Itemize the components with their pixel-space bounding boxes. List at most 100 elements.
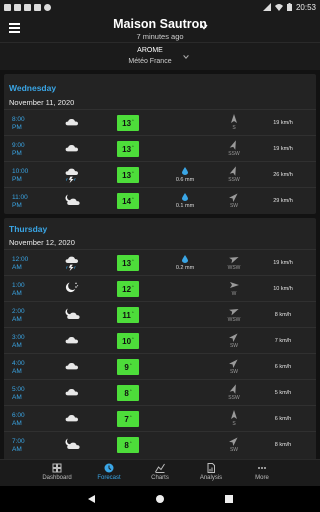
wind-speed: 8 km/h bbox=[274, 442, 292, 448]
temperature-unit: ° bbox=[129, 414, 132, 420]
status-system: 20:53 bbox=[262, 2, 316, 12]
forecast-time: 8:00 PM bbox=[12, 116, 25, 132]
wind-direction-icon bbox=[229, 166, 236, 176]
forecast-list[interactable]: Wednesday November 11, 2020 8:00 PM 13 ° S 19… bbox=[0, 70, 320, 459]
day-name: Wednesday bbox=[9, 83, 57, 93]
signal-icon bbox=[262, 3, 271, 11]
wind-direction-icon bbox=[229, 384, 236, 394]
back-icon[interactable] bbox=[87, 494, 97, 504]
nav-forecast[interactable]: Forecast bbox=[84, 463, 134, 481]
moon-cloud-icon bbox=[65, 438, 80, 449]
temperature-badge: 9 ° bbox=[117, 359, 139, 375]
nav-label: Forecast bbox=[97, 475, 121, 481]
temperature-unit: ° bbox=[132, 170, 134, 176]
status-time: 20:53 bbox=[295, 2, 316, 12]
location-title[interactable]: Maison Sautron bbox=[0, 17, 320, 31]
time-value: 6:00 bbox=[12, 412, 25, 419]
time-value: 8:00 bbox=[12, 116, 25, 123]
chevron-down-icon[interactable] bbox=[199, 22, 209, 32]
time-period: AM bbox=[12, 264, 22, 271]
forecast-icon bbox=[104, 463, 114, 473]
time-period: AM bbox=[12, 316, 22, 323]
wind-direction: SW bbox=[229, 369, 239, 375]
wind-direction-icon bbox=[231, 410, 237, 419]
nav-dashboard[interactable]: Dashboard bbox=[32, 463, 82, 481]
temperature-unit: ° bbox=[132, 258, 134, 264]
wind-direction-icon bbox=[231, 114, 237, 123]
home-icon[interactable] bbox=[155, 494, 165, 504]
forecast-row[interactable]: 5:00 AM 8 ° SSW 5 km/h bbox=[4, 379, 316, 405]
precipitation-amount: 0.1 mm bbox=[175, 203, 195, 209]
dashboard-icon bbox=[52, 463, 62, 473]
forecast-time: 7:00 AM bbox=[12, 438, 25, 454]
temperature-badge: 13 ° bbox=[117, 255, 139, 271]
forecast-row[interactable]: 7:00 AM 8 ° SW 8 km/h bbox=[4, 431, 316, 457]
day-name: Thursday bbox=[9, 224, 48, 234]
temperature-value: 12 bbox=[122, 284, 132, 294]
nav-charts[interactable]: Charts bbox=[135, 463, 185, 481]
wind-speed: 6 km/h bbox=[274, 416, 292, 422]
temperature-unit: ° bbox=[132, 336, 134, 342]
nav-label: Dashboard bbox=[42, 475, 72, 481]
temperature-badge: 14 ° bbox=[117, 193, 139, 209]
temperature-value: 13 bbox=[122, 118, 132, 128]
day-date: November 12, 2020 bbox=[9, 238, 75, 247]
status-notifications bbox=[4, 3, 51, 11]
time-value: 12:00 bbox=[12, 256, 29, 263]
notification-icon bbox=[4, 3, 11, 11]
nav-more[interactable]: More bbox=[237, 463, 287, 481]
circle-icon bbox=[44, 3, 51, 11]
wind-direction: SW bbox=[229, 447, 239, 453]
forecast-row[interactable]: 2:00 AM 11 ° WSW 8 km/h bbox=[4, 301, 316, 327]
forecast-time: 4:00 AM bbox=[12, 360, 25, 376]
wind-direction: WSW bbox=[227, 265, 241, 271]
raindrop-icon bbox=[182, 167, 188, 175]
nav-analysis[interactable]: Analysis bbox=[186, 463, 236, 481]
wind-speed: 19 km/h bbox=[273, 120, 293, 126]
forecast-row[interactable]: 1:00 AM 12 ° W 10 km/h bbox=[4, 275, 316, 301]
forecast-row[interactable]: 6:00 AM 7 ° S 6 km/h bbox=[4, 405, 316, 431]
chevron-down-icon[interactable] bbox=[182, 53, 190, 61]
wind-speed: 19 km/h bbox=[273, 260, 293, 266]
cloud-icon bbox=[65, 389, 78, 396]
forecast-row[interactable]: 11:00 PM 14 ° 0.1 mm SW 29 km/h bbox=[4, 187, 316, 213]
model-name: AROME bbox=[137, 47, 163, 54]
cloud-icon bbox=[65, 119, 78, 126]
forecast-time: 10:00 PM bbox=[12, 168, 28, 184]
forecast-row[interactable]: 8:00 PM 13 ° S 19 km/h bbox=[4, 109, 316, 135]
time-value: 4:00 bbox=[12, 360, 25, 367]
wind-speed: 6 km/h bbox=[274, 364, 292, 370]
wind-speed: 5 km/h bbox=[274, 390, 292, 396]
recents-icon[interactable] bbox=[224, 494, 234, 504]
forecast-row[interactable]: 12:00 AM 13 ° 0.2 mm WSW 19 km/h bbox=[4, 249, 316, 275]
temperature-unit: ° bbox=[132, 284, 134, 290]
forecast-row[interactable]: 9:00 PM 13 ° SSW 19 km/h bbox=[4, 135, 316, 161]
wind-direction: S bbox=[232, 125, 236, 131]
time-period: AM bbox=[12, 420, 22, 427]
play-icon bbox=[34, 3, 41, 11]
temperature-value: 7 bbox=[124, 414, 129, 424]
temperature-unit: ° bbox=[129, 388, 132, 394]
wind-direction-icon bbox=[229, 257, 239, 264]
status-bar: 20:53 bbox=[0, 0, 320, 14]
wifi-icon bbox=[274, 4, 283, 11]
system-navigation-bar bbox=[0, 486, 320, 512]
time-value: 1:00 bbox=[12, 282, 25, 289]
cloud-icon bbox=[65, 363, 78, 370]
forecast-row[interactable]: 3:00 AM 10 ° SW 7 km/h bbox=[4, 327, 316, 353]
nav-label: Charts bbox=[151, 475, 169, 481]
charts-icon bbox=[155, 463, 165, 473]
model-selector[interactable]: AROME Météo France bbox=[0, 42, 320, 70]
wind-direction: S bbox=[232, 421, 236, 427]
precipitation-amount: 0.6 mm bbox=[175, 177, 195, 183]
temperature-value: 11 bbox=[122, 310, 131, 320]
temperature-value: 14 bbox=[122, 196, 132, 206]
storm-rain-icon bbox=[65, 168, 78, 183]
nav-label: Analysis bbox=[199, 475, 223, 481]
forecast-row[interactable]: 4:00 AM 9 ° SW 6 km/h bbox=[4, 353, 316, 379]
time-period: AM bbox=[12, 290, 22, 297]
moon-cloud-icon bbox=[65, 194, 80, 205]
day-date: November 11, 2020 bbox=[9, 98, 75, 107]
forecast-time: 5:00 AM bbox=[12, 386, 25, 402]
forecast-row[interactable]: 10:00 PM 13 ° 0.6 mm SSW 26 km/h bbox=[4, 161, 316, 187]
